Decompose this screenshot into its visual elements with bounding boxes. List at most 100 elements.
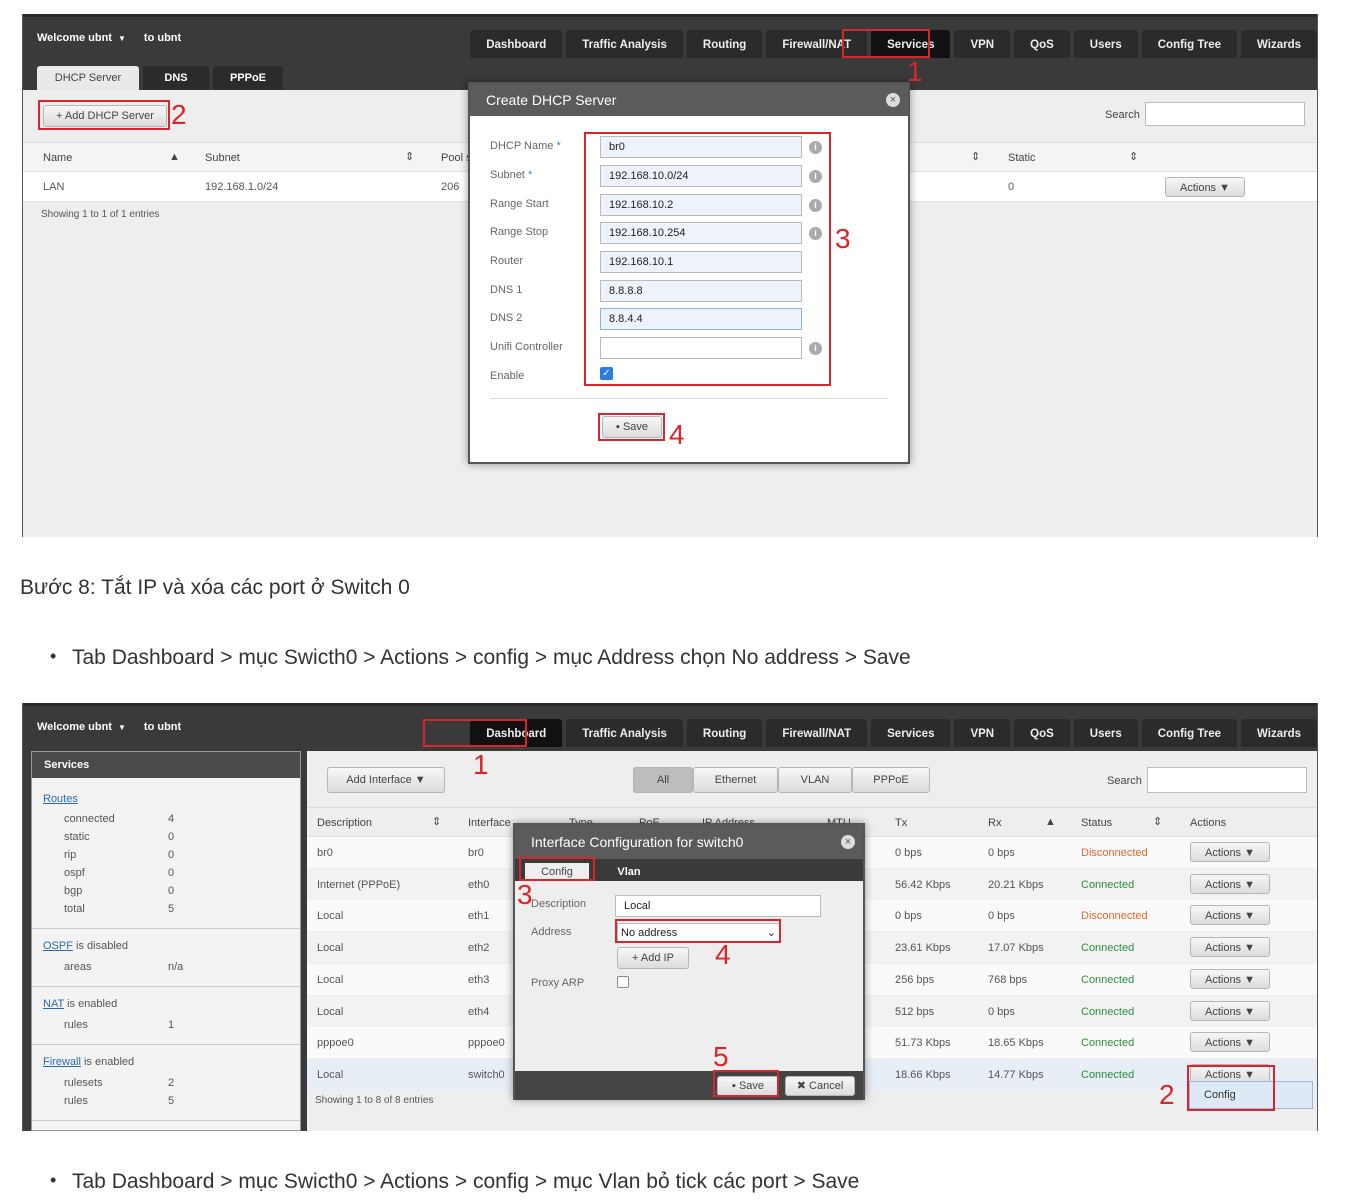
main-nav: Dashboard Traffic Analysis Routing Firew… <box>466 719 1317 750</box>
tab-users[interactable]: Users <box>1073 30 1138 61</box>
col-name[interactable]: Name <box>43 152 72 164</box>
cell-interface: pppoe0 <box>468 1037 505 1050</box>
plus-icon: + <box>632 952 641 964</box>
tab-vpn[interactable]: VPN <box>954 30 1011 61</box>
actions-button[interactable]: Actions ▼ <box>1190 1000 1270 1021</box>
caret-down-icon: ▼ <box>1244 910 1256 923</box>
tab-wizards[interactable]: Wizards <box>1241 719 1317 750</box>
caret-down-icon: ▼ <box>1244 847 1256 859</box>
info-icon: i <box>809 227 822 240</box>
welcome-menu[interactable]: Welcome ubnt ▼ to ubnt <box>37 721 181 733</box>
ospf-link[interactable]: OSPF <box>43 940 73 952</box>
tab-config[interactable]: Config <box>525 863 589 881</box>
unifi-controller-input[interactable] <box>600 337 802 359</box>
address-select[interactable]: No address ⌄ <box>617 923 781 943</box>
label-dns1: DNS 1 <box>490 284 523 296</box>
routes-link[interactable]: Routes <box>43 793 78 805</box>
tab-routing[interactable]: Routing <box>686 719 763 750</box>
search-input[interactable] <box>1145 102 1305 126</box>
cell-tx: 0 bps <box>895 910 922 923</box>
tab-qos[interactable]: QoS <box>1014 719 1070 750</box>
caret-down-icon: ▼ <box>1219 182 1231 194</box>
close-icon[interactable]: × <box>886 93 900 107</box>
col-subnet[interactable]: Subnet <box>205 152 240 164</box>
dns2-input[interactable]: 8.8.4.4 <box>600 308 802 330</box>
col-tx[interactable]: Tx <box>895 817 907 829</box>
col-static[interactable]: Static <box>1008 152 1036 164</box>
col-pool[interactable]: Pool s <box>441 152 472 164</box>
col-status[interactable]: Status <box>1081 817 1112 829</box>
range-stop-input[interactable]: 192.168.10.254 <box>600 222 802 244</box>
actions-button[interactable]: Actions ▼ <box>1190 937 1270 958</box>
description-input[interactable]: Local <box>615 895 821 917</box>
tab-traffic-analysis[interactable]: Traffic Analysis <box>566 30 683 61</box>
col-rx[interactable]: Rx <box>988 817 1001 829</box>
close-icon[interactable]: × <box>841 835 855 849</box>
save-button[interactable]: ▪ Save <box>602 416 662 438</box>
tab-users[interactable]: Users <box>1073 719 1138 750</box>
menu-item-config[interactable]: Config <box>1189 1081 1313 1109</box>
actions-button[interactable]: Actions ▼ <box>1190 1032 1270 1053</box>
col-description[interactable]: Description <box>317 817 372 829</box>
tab-dashboard[interactable]: Dashboard <box>470 30 563 61</box>
save-button[interactable]: ▪ Save <box>717 1076 779 1096</box>
cell-interface: eth0 <box>468 878 490 891</box>
filter-pppoe[interactable]: PPPoE <box>852 767 930 793</box>
cell-interface: eth1 <box>468 910 490 923</box>
dhcp-name-input[interactable]: br0 <box>600 136 802 158</box>
tab-wizards[interactable]: Wizards <box>1241 30 1317 61</box>
tab-services[interactable]: Services <box>871 719 951 750</box>
welcome-menu[interactable]: Welcome ubnt ▼ to ubnt <box>37 32 181 44</box>
info-icon: i <box>809 342 822 355</box>
route-value: 0 <box>168 849 175 861</box>
chevron-down-icon: ⌄ <box>766 927 776 939</box>
tab-config-tree[interactable]: Config Tree <box>1141 719 1237 750</box>
tab-firewall-nat[interactable]: Firewall/NAT <box>766 719 868 750</box>
range-start-input[interactable]: 192.168.10.2 <box>600 194 802 216</box>
cancel-button[interactable]: ✖ Cancel <box>785 1076 855 1096</box>
actions-button[interactable]: Actions ▼ <box>1190 968 1270 989</box>
tab-routing[interactable]: Routing <box>686 30 763 61</box>
enable-checkbox[interactable]: ✓ <box>600 367 613 380</box>
subtab-dhcp-server[interactable]: DHCP Server <box>37 66 139 90</box>
cell-description: Local <box>317 910 344 923</box>
cell-description: Local <box>317 1005 344 1018</box>
tab-traffic-analysis[interactable]: Traffic Analysis <box>566 719 683 750</box>
filter-vlan[interactable]: VLAN <box>778 767 852 793</box>
proxy-arp-checkbox[interactable] <box>617 976 629 988</box>
subtab-pppoe[interactable]: PPPoE <box>213 66 283 90</box>
sort-asc-icon: ▲ <box>169 151 180 163</box>
cell-description: pppoe0 <box>317 1037 354 1050</box>
search-input[interactable] <box>1147 767 1307 793</box>
fw-value: 5 <box>168 1095 175 1107</box>
nat-link[interactable]: NAT <box>43 998 64 1010</box>
router-input[interactable]: 192.168.10.1 <box>600 251 802 273</box>
tab-vpn[interactable]: VPN <box>954 719 1011 750</box>
add-interface-button[interactable]: Add Interface ▼ <box>327 767 445 793</box>
fw-label: rulesets <box>64 1077 103 1089</box>
label-address: Address <box>531 926 572 938</box>
firewall-link[interactable]: Firewall <box>43 1056 81 1068</box>
actions-button[interactable]: Actions ▼ <box>1190 905 1270 926</box>
route-value: 0 <box>168 885 175 897</box>
actions-button[interactable]: Actions ▼ <box>1190 842 1270 862</box>
tab-config-tree[interactable]: Config Tree <box>1141 30 1237 61</box>
add-ip-button[interactable]: + Add IP <box>617 947 689 969</box>
subtab-dns[interactable]: DNS <box>143 66 209 90</box>
filter-all[interactable]: All <box>633 767 693 793</box>
dns1-input[interactable]: 8.8.8.8 <box>600 280 802 302</box>
actions-button[interactable]: Actions ▼ <box>1190 873 1270 894</box>
tab-firewall-nat[interactable]: Firewall/NAT <box>766 30 868 61</box>
cell-tx: 256 bps <box>895 973 935 986</box>
subnet-input[interactable]: 192.168.10.0/24 <box>600 165 802 187</box>
col-interface[interactable]: Interface <box>468 817 511 829</box>
caret-down-icon: ▼ <box>1244 878 1256 891</box>
add-dhcp-server-button[interactable]: + Add DHCP Server <box>43 105 167 127</box>
tab-vlan[interactable]: Vlan <box>603 863 655 881</box>
tab-dashboard[interactable]: Dashboard <box>470 719 563 750</box>
col-actions: Actions <box>1190 817 1227 829</box>
filter-ethernet[interactable]: Ethernet <box>693 767 778 793</box>
tab-qos[interactable]: QoS <box>1014 30 1070 61</box>
cell-interface: eth4 <box>468 1005 490 1018</box>
actions-button[interactable]: Actions ▼ <box>1165 177 1245 197</box>
